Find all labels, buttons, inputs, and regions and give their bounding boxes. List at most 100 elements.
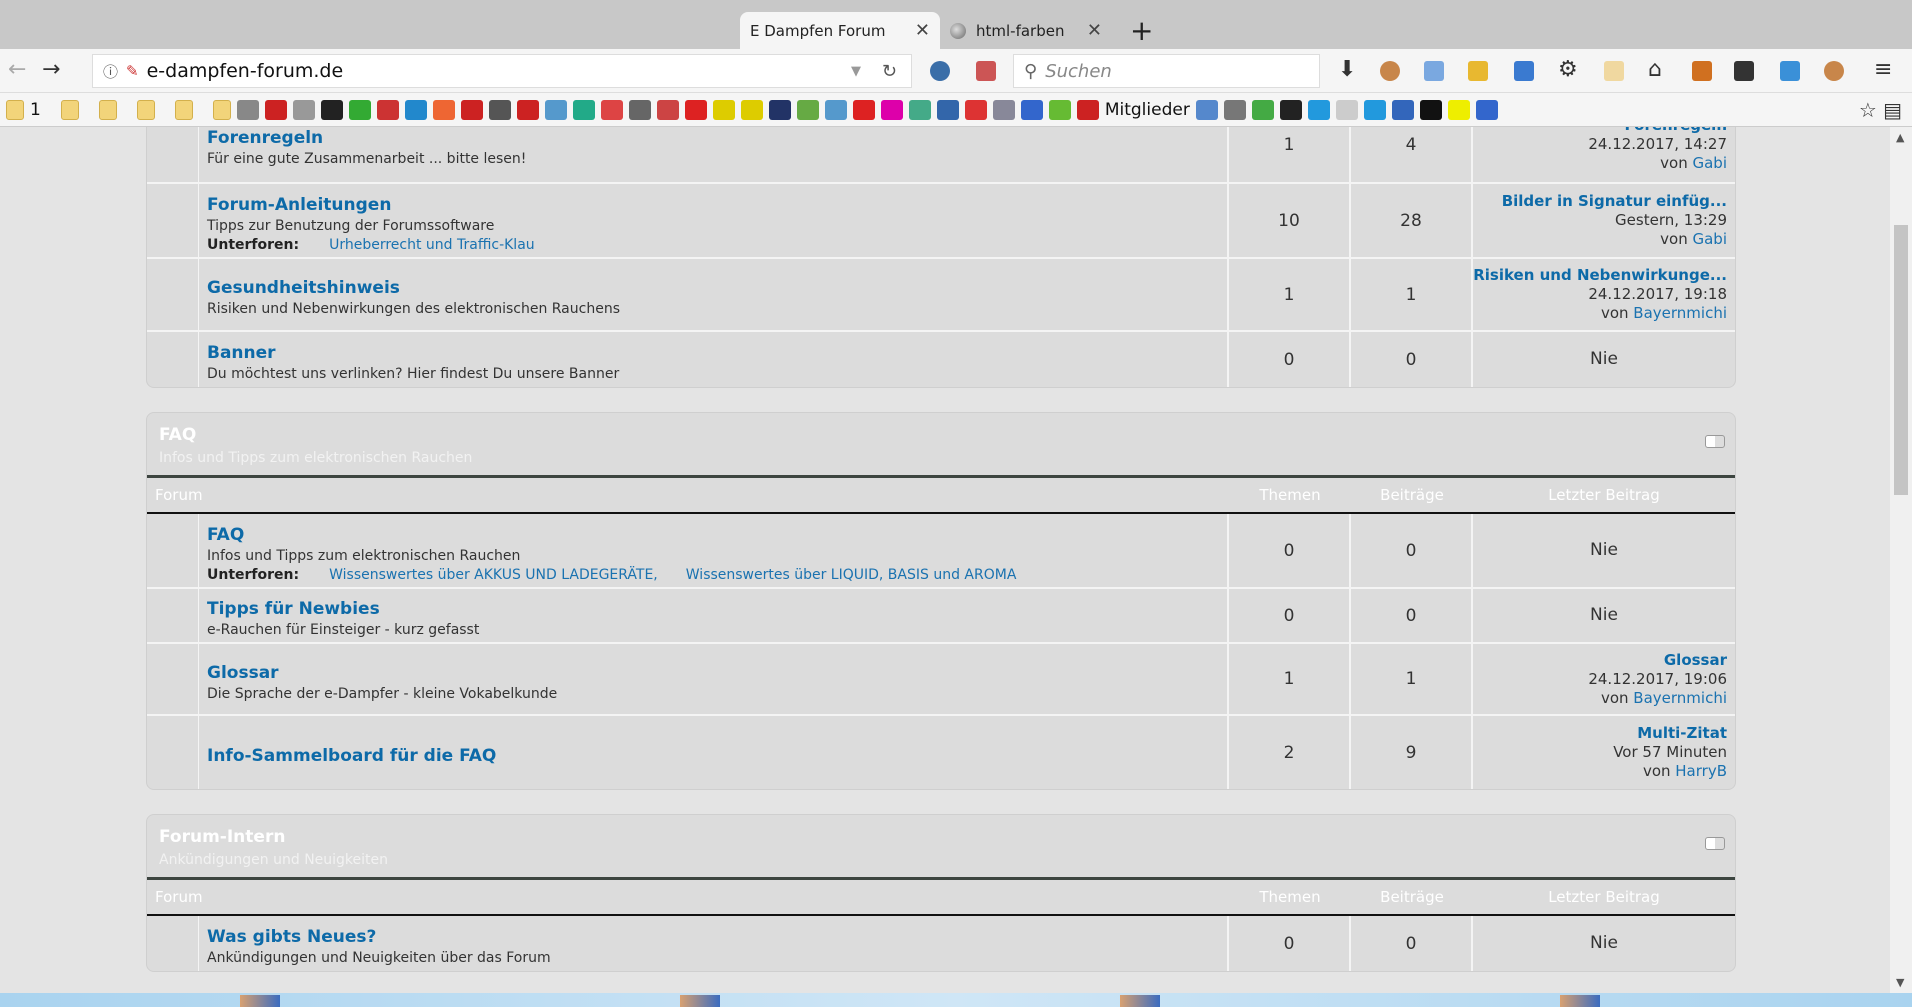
last-post-title-link[interactable]: Glossar: [1664, 651, 1727, 670]
new-tab-button[interactable]: +: [1130, 14, 1153, 47]
bookmark-icon[interactable]: [516, 99, 539, 120]
taskbar-item[interactable]: [1560, 995, 1600, 1007]
bookmark-icon[interactable]: [1195, 99, 1218, 120]
bookmark-icon[interactable]: [1076, 99, 1099, 120]
bookmark-icon[interactable]: [1419, 99, 1442, 120]
reload-icon[interactable]: ↻: [882, 61, 897, 82]
bookmark-icon[interactable]: [684, 99, 707, 120]
scroll-down-icon[interactable]: ▼: [1896, 976, 1904, 989]
close-tab-icon[interactable]: ✕: [915, 20, 930, 41]
bookmark-icon[interactable]: [1048, 99, 1071, 120]
extension-icon[interactable]: [976, 61, 996, 81]
monkey-icon[interactable]: [1380, 61, 1400, 81]
last-post-author-link[interactable]: Bayernmichi: [1633, 304, 1727, 322]
forum-name-link[interactable]: Glossar: [207, 663, 1221, 683]
taskbar-item[interactable]: [1120, 995, 1160, 1007]
taskbar-item[interactable]: [680, 995, 720, 1007]
subforum-link[interactable]: Wissenswertes über LIQUID, BASIS und ARO…: [686, 567, 1017, 583]
bookmark-icon[interactable]: [740, 99, 763, 120]
subforum-link[interactable]: Wissenswertes über AKKUS UND LADEGERÄTE,: [329, 567, 658, 583]
info-icon[interactable]: ⓘ: [103, 61, 118, 82]
bookmark-icon[interactable]: [1335, 99, 1358, 120]
bookmark-icon[interactable]: [768, 99, 791, 120]
last-post-author-link[interactable]: HarryB: [1675, 762, 1727, 780]
url-bar[interactable]: ⓘ ✎ e-dampfen-forum.de ▼ ↻: [92, 54, 912, 88]
close-tab-icon[interactable]: ✕: [1087, 20, 1102, 41]
bookmark-icon[interactable]: [320, 99, 343, 120]
bookmark-icon[interactable]: [656, 99, 679, 120]
bookmark-icon[interactable]: [236, 99, 259, 120]
bookmark-icon[interactable]: [544, 99, 567, 120]
forum-name-link[interactable]: Banner: [207, 343, 1221, 363]
bookmark-icon[interactable]: [600, 99, 623, 120]
bookmark-icon[interactable]: [1363, 99, 1386, 120]
scrollbar-thumb[interactable]: [1894, 225, 1908, 495]
bookmark-icon[interactable]: [376, 99, 399, 120]
bookmark-icon[interactable]: [628, 99, 651, 120]
forum-name-link[interactable]: FAQ: [207, 525, 1221, 545]
category-title[interactable]: Forum-Intern: [159, 827, 1723, 847]
scroll-up-icon[interactable]: ▲: [1896, 131, 1904, 144]
bookmark-icon[interactable]: [432, 99, 455, 120]
forum-name-link[interactable]: Gesundheitshinweis: [207, 278, 1221, 298]
bookmark-folder-icon[interactable]: [212, 99, 231, 120]
tab-html-farben[interactable]: html-farben ✕: [940, 12, 1112, 49]
bookmark-icon[interactable]: [572, 99, 595, 120]
forum-name-link[interactable]: Tipps für Newbies: [207, 599, 1221, 619]
folder-icon[interactable]: [1424, 61, 1444, 81]
bookmark-members-label[interactable]: Mitglieder: [1105, 100, 1190, 120]
bookmark-icon[interactable]: [964, 99, 987, 120]
bookmark-icon[interactable]: [852, 99, 875, 120]
brush-icon[interactable]: [1604, 61, 1624, 81]
bookmark-icon[interactable]: [1307, 99, 1330, 120]
bookmark-icon[interactable]: [1223, 99, 1246, 120]
last-post-title-link[interactable]: Risiken und Nebenwirkunge...: [1473, 266, 1727, 285]
bookmark-icon[interactable]: [460, 99, 483, 120]
subforum-link[interactable]: Urheberrecht und Traffic-Klau: [329, 237, 535, 253]
bookmark-icon[interactable]: [348, 99, 371, 120]
bookmark-icon[interactable]: [992, 99, 1015, 120]
bookmark-icon[interactable]: [908, 99, 931, 120]
bookmark-star-icon[interactable]: ☆ ▤: [1859, 98, 1902, 122]
bookmark-folder-icon[interactable]: [60, 99, 79, 120]
bookmark-icon[interactable]: [1251, 99, 1274, 120]
extension-icon[interactable]: [930, 61, 950, 81]
collapse-toggle-icon[interactable]: [1705, 837, 1725, 850]
monkey-icon[interactable]: [1824, 61, 1844, 81]
home-icon[interactable]: ⌂: [1648, 57, 1662, 82]
bookmark-icon[interactable]: [1391, 99, 1414, 120]
bookmark-folder-icon[interactable]: [6, 99, 24, 120]
category-title[interactable]: FAQ: [159, 425, 1723, 445]
collapse-toggle-icon[interactable]: [1705, 435, 1725, 448]
last-post-author-link[interactable]: Gabi: [1692, 230, 1727, 248]
scrollbar[interactable]: ▲ ▼: [1890, 127, 1912, 993]
bookmark-folder-icon[interactable]: [136, 99, 155, 120]
bookmark-icon[interactable]: [1020, 99, 1043, 120]
bookmark-folder-label[interactable]: 1: [30, 100, 41, 120]
download-icon[interactable]: ⬇: [1338, 57, 1356, 82]
last-post-author-link[interactable]: Gabi: [1692, 154, 1727, 172]
taskbar-item[interactable]: [240, 995, 280, 1007]
dropdown-icon[interactable]: ▼: [851, 64, 861, 79]
back-button[interactable]: ←: [8, 57, 26, 82]
bookmark-folder-icon[interactable]: [98, 99, 117, 120]
bookmark-icon[interactable]: [1475, 99, 1498, 120]
bookmark-icon[interactable]: [488, 99, 511, 120]
bookmark-icon[interactable]: [404, 99, 427, 120]
sidebar-icon[interactable]: [1514, 61, 1534, 81]
bookmark-icon[interactable]: [824, 99, 847, 120]
bookmark-icon[interactable]: [880, 99, 903, 120]
bookmark-icon[interactable]: [1447, 99, 1470, 120]
forum-name-link[interactable]: Info-Sammelboard für die FAQ: [207, 746, 1221, 766]
forum-name-link[interactable]: Forenregeln: [207, 128, 1221, 148]
last-post-title-link[interactable]: Multi-Zitat: [1637, 724, 1727, 743]
last-post-title-link[interactable]: Bilder in Signatur einfüg...: [1502, 192, 1727, 211]
extension-icon[interactable]: [1734, 61, 1754, 81]
search-input[interactable]: ⚲ Suchen: [1013, 54, 1320, 88]
bookmark-icon[interactable]: [936, 99, 959, 120]
last-post-author-link[interactable]: Bayernmichi: [1633, 689, 1727, 707]
forum-name-link[interactable]: Forum-Anleitungen: [207, 195, 1221, 215]
menu-icon[interactable]: ≡: [1874, 57, 1892, 82]
sync-icon[interactable]: [1780, 61, 1800, 81]
folder-open-icon[interactable]: [1468, 61, 1488, 81]
